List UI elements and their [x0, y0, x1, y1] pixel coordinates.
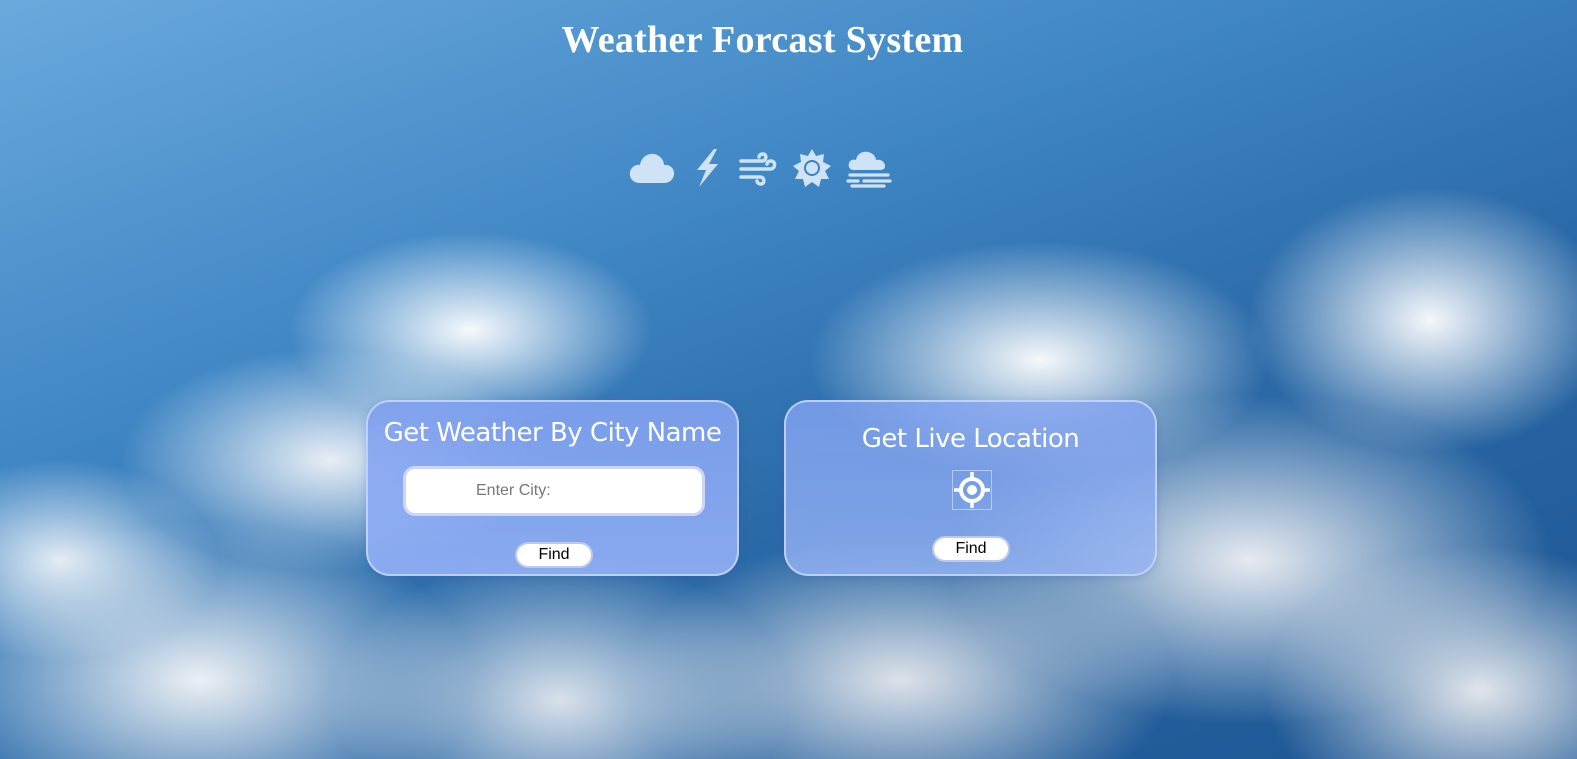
live-card-heading: Get Live Location	[861, 424, 1080, 454]
lightning-icon	[690, 148, 724, 188]
city-input[interactable]	[403, 466, 705, 516]
page-title: Weather Forcast System	[561, 19, 964, 61]
cloud-icon	[628, 149, 676, 187]
live-location-card: Get Live Location Find	[784, 400, 1157, 576]
city-weather-card: Get Weather By City Name Find	[366, 400, 739, 576]
wind-icon	[738, 149, 778, 187]
find-live-location-button[interactable]: Find	[932, 536, 1010, 562]
city-card-heading: Get Weather By City Name	[383, 418, 722, 448]
weather-icons-row	[628, 148, 892, 188]
find-city-button[interactable]: Find	[515, 542, 593, 568]
crosshair-locate-icon[interactable]	[952, 470, 992, 510]
fog-icon	[846, 148, 892, 188]
sun-icon	[792, 148, 832, 188]
